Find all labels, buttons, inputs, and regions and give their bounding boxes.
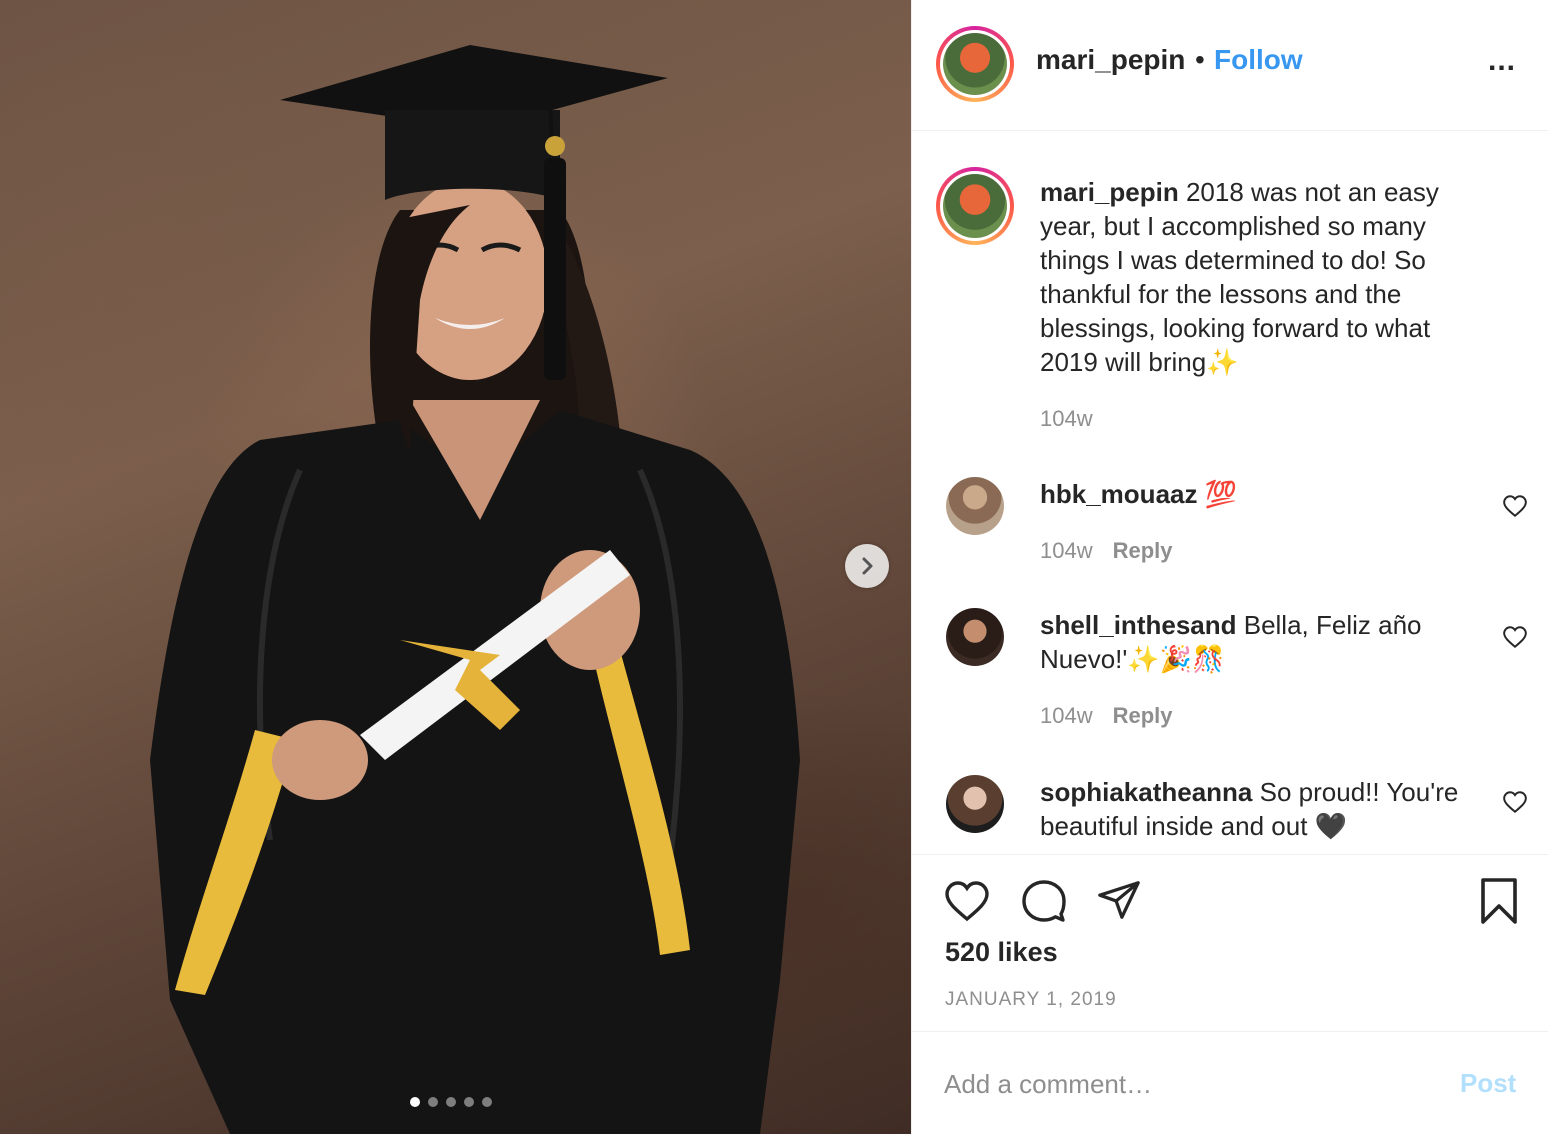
- post-details-panel: mari_pepin • Follow ... mari_pepin 2018 …: [911, 0, 1548, 1134]
- caption-avatar[interactable]: [936, 167, 1014, 245]
- likes-count[interactable]: 520 likes: [945, 937, 1058, 968]
- comment-username[interactable]: shell_inthesand: [1040, 610, 1237, 640]
- comment-meta: 104w Reply: [1040, 703, 1173, 729]
- carousel-dot: [410, 1097, 420, 1107]
- comment-input[interactable]: [944, 1062, 1424, 1106]
- carousel-dot: [428, 1097, 438, 1107]
- post-button[interactable]: Post: [1460, 1068, 1516, 1099]
- paper-plane-icon[interactable]: [1096, 877, 1142, 923]
- comment-username[interactable]: hbk_mouaaz: [1040, 479, 1198, 509]
- more-options-icon[interactable]: ...: [1488, 44, 1516, 78]
- follow-button[interactable]: Follow: [1214, 44, 1303, 76]
- separator-dot: •: [1195, 44, 1205, 75]
- comment-meta: 104w Reply: [1040, 538, 1173, 564]
- comment-timestamp[interactable]: 104w: [1040, 703, 1093, 728]
- carousel-dot: [482, 1097, 492, 1107]
- comment-heart-icon[interactable]: [1502, 624, 1528, 650]
- commenter-avatar[interactable]: [946, 477, 1004, 535]
- chevron-right-icon: [862, 557, 873, 575]
- commenter-avatar[interactable]: [946, 608, 1004, 666]
- heart-icon[interactable]: [943, 877, 991, 925]
- comment-timestamp[interactable]: 104w: [1040, 538, 1093, 563]
- comment-heart-icon[interactable]: [1502, 789, 1528, 815]
- reply-button[interactable]: Reply: [1113, 703, 1173, 728]
- post-date[interactable]: JANUARY 1, 2019: [945, 989, 1117, 1011]
- comment-body: 💯: [1197, 479, 1238, 509]
- carousel-dot: [464, 1097, 474, 1107]
- comment-username[interactable]: sophiakatheanna: [1040, 777, 1252, 807]
- caption-timestamp[interactable]: 104w: [1040, 406, 1093, 432]
- reply-button[interactable]: Reply: [1113, 538, 1173, 563]
- bookmark-icon[interactable]: [1478, 877, 1520, 925]
- author-username[interactable]: mari_pepin: [1036, 44, 1185, 76]
- post-header: mari_pepin • Follow ...: [912, 0, 1548, 131]
- comment-text: shell_inthesand Bella, Feliz año Nuevo!'…: [1040, 608, 1470, 676]
- post-photo[interactable]: [0, 0, 911, 1134]
- comment-icon[interactable]: [1020, 877, 1068, 925]
- post-actions: 520 likes JANUARY 1, 2019: [912, 854, 1548, 1032]
- author-avatar[interactable]: [936, 26, 1014, 102]
- comment-text: hbk_mouaaz 💯: [1040, 477, 1470, 511]
- carousel-indicator: [410, 1097, 492, 1107]
- carousel-dot: [446, 1097, 456, 1107]
- comment-text: sophiakatheanna So proud!! You're beauti…: [1040, 775, 1470, 843]
- caption-body: 2018 was not an easy year, but I accompl…: [1040, 177, 1439, 377]
- graduate-illustration: [150, 45, 800, 1134]
- comments-section[interactable]: mari_pepin 2018 was not an easy year, bu…: [912, 131, 1548, 854]
- commenter-avatar[interactable]: [946, 775, 1004, 833]
- add-comment-bar: Post: [912, 1032, 1548, 1134]
- caption-username[interactable]: mari_pepin: [1040, 177, 1179, 207]
- caption: mari_pepin 2018 was not an easy year, bu…: [1040, 175, 1480, 379]
- next-slide-button[interactable]: [845, 544, 889, 588]
- comment-heart-icon[interactable]: [1502, 493, 1528, 519]
